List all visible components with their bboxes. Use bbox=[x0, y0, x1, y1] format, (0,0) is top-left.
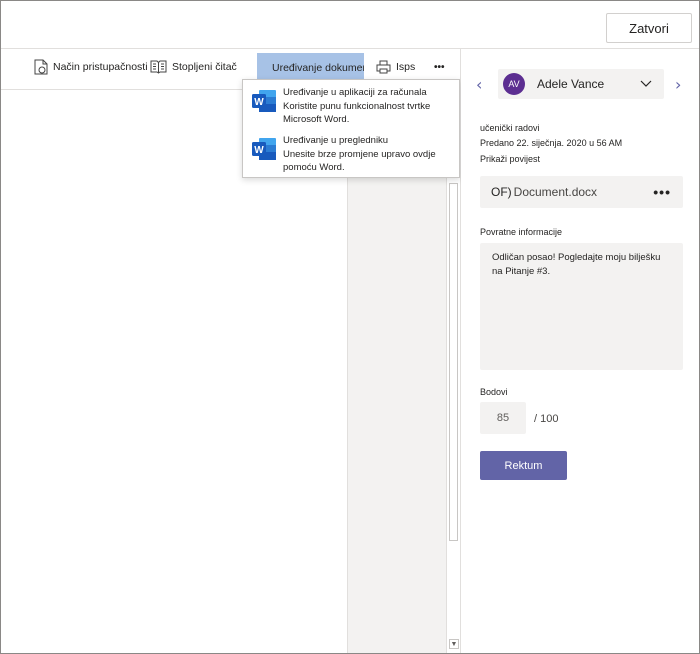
accessibility-mode-button[interactable]: Način pristupačnosti bbox=[34, 49, 148, 85]
file-more-options-icon[interactable]: ••• bbox=[653, 184, 671, 200]
close-button[interactable]: Zatvori bbox=[606, 13, 692, 43]
points-label: Bodovi bbox=[480, 387, 508, 397]
points-input[interactable]: 85 bbox=[480, 402, 526, 434]
accessibility-icon bbox=[34, 59, 48, 75]
chevron-down-icon bbox=[640, 80, 652, 87]
word-icon: W bbox=[252, 138, 276, 160]
more-icon: ••• bbox=[434, 61, 445, 73]
edit-options-menu: W Uređivanje u aplikaciji za računala Ko… bbox=[242, 79, 460, 178]
grading-panel: ‹ AV Adele Vance › učenički radovi Preda… bbox=[461, 49, 699, 653]
scroll-down-arrow-icon[interactable]: ▼ bbox=[449, 639, 459, 649]
student-selector[interactable]: AV Adele Vance bbox=[498, 69, 664, 99]
show-history-link[interactable]: Prikaži povijest bbox=[480, 154, 540, 164]
printer-icon bbox=[376, 60, 391, 74]
file-name: Document.docx bbox=[513, 185, 598, 199]
feedback-label: Povratne informacije bbox=[480, 227, 563, 237]
immersive-reader-button[interactable]: Stopljeni čitač bbox=[150, 49, 237, 85]
menu-item-edit-desktop[interactable]: W Uređivanje u aplikaciji za računala Ko… bbox=[251, 86, 461, 126]
previous-student-arrow-icon[interactable]: ‹ bbox=[476, 75, 482, 94]
feedback-input[interactable]: Odličan posao! Pogledajte moju bilješku … bbox=[480, 243, 683, 370]
word-icon: W bbox=[252, 90, 276, 112]
menu-item-title: Uređivanje u aplikaciji za računala bbox=[283, 87, 427, 98]
next-student-arrow-icon[interactable]: › bbox=[675, 75, 681, 94]
scrollbar-thumb[interactable] bbox=[449, 183, 458, 541]
avatar: AV bbox=[503, 73, 525, 95]
accessibility-mode-label: Način pristupačnosti bbox=[53, 61, 148, 73]
immersive-reader-label: Stopljeni čitač bbox=[172, 61, 237, 73]
svg-text:W: W bbox=[254, 145, 264, 156]
menu-item-description: Unesite brze promjene upravo ovdje pomoć… bbox=[283, 149, 436, 173]
immersive-reader-icon bbox=[150, 60, 167, 74]
svg-text:W: W bbox=[254, 97, 264, 108]
attached-file-card[interactable]: OF) Document.docx ••• bbox=[480, 176, 683, 208]
top-bar: Zatvori bbox=[1, 1, 699, 49]
student-name: Adele Vance bbox=[537, 77, 605, 91]
section-label: učenički radovi bbox=[480, 123, 540, 133]
file-prefix: OF) bbox=[491, 185, 512, 199]
return-button[interactable]: Rektum bbox=[480, 451, 567, 480]
menu-item-edit-browser[interactable]: W Uređivanje u pregledniku Unesite brze … bbox=[251, 134, 461, 174]
points-max: / 100 bbox=[534, 413, 559, 425]
edit-document-label: Uređivanje dokumenta bbox=[272, 62, 364, 74]
submitted-timestamp: Predano 22. siječnja. 2020 u 56 AM bbox=[480, 138, 623, 148]
menu-item-description: Koristite punu funkcionalnost tvrtke Mic… bbox=[283, 101, 431, 125]
menu-item-title: Uređivanje u pregledniku bbox=[283, 135, 389, 146]
print-label: Isps bbox=[396, 61, 416, 73]
